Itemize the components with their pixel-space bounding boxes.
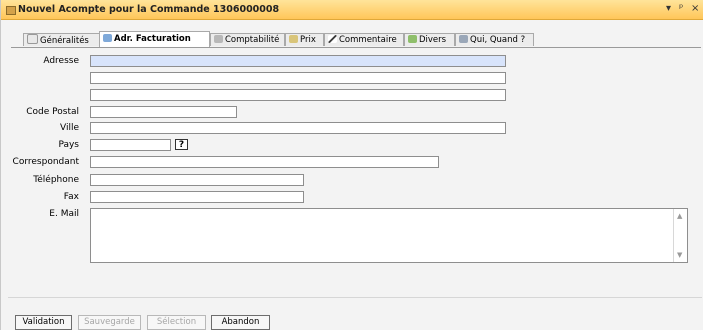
- price-icon: [289, 35, 298, 43]
- telephone-field[interactable]: [90, 174, 304, 186]
- adresse-line-1-field[interactable]: [90, 55, 506, 67]
- document-icon: [27, 34, 38, 44]
- tab-divers[interactable]: Divers: [404, 33, 455, 46]
- abandon-button[interactable]: Abandon: [211, 315, 270, 330]
- email-label: E. Mail: [49, 209, 79, 219]
- tab-comptabilite[interactable]: Comptabilité: [210, 33, 285, 46]
- dropdown-icon[interactable]: ▾: [666, 3, 671, 14]
- correspondant-field[interactable]: [90, 156, 439, 168]
- address-icon: [103, 34, 112, 42]
- document-icon: [6, 6, 16, 15]
- ville-label: Ville: [60, 123, 79, 133]
- pen-icon: [328, 35, 337, 43]
- tab-qui-quand[interactable]: Qui, Quand ?: [455, 33, 534, 46]
- ville-field[interactable]: [90, 122, 506, 134]
- sauvegarde-button[interactable]: Sauvegarde: [78, 315, 141, 330]
- email-scrollbar[interactable]: ▲ ▼: [673, 209, 687, 262]
- tab-prix[interactable]: Prix: [285, 33, 324, 46]
- ledger-icon: [214, 35, 223, 43]
- scroll-down-icon[interactable]: ▼: [677, 251, 682, 259]
- close-icon[interactable]: ×: [691, 3, 699, 14]
- pays-label: Pays: [58, 140, 79, 150]
- who-when-icon: [459, 35, 468, 43]
- telephone-label: Téléphone: [33, 175, 79, 185]
- adresse-line-2-field[interactable]: [90, 72, 506, 84]
- scroll-up-icon[interactable]: ▲: [677, 212, 682, 220]
- acompte-window: Nouvel Acompte pour la Commande 13060000…: [0, 0, 703, 330]
- code-postal-label: Code Postal: [26, 107, 79, 117]
- pays-help-button[interactable]: ?: [175, 139, 188, 150]
- tab-adr-facturation[interactable]: Adr. Facturation: [99, 31, 210, 47]
- correspondant-label: Correspondant: [12, 157, 79, 167]
- window-title: Nouvel Acompte pour la Commande 13060000…: [18, 4, 280, 15]
- bottom-divider: [8, 297, 702, 298]
- adresse-label: Adresse: [43, 56, 79, 66]
- pays-field[interactable]: [90, 139, 171, 151]
- adresse-line-3-field[interactable]: [90, 89, 506, 101]
- validation-button[interactable]: Validation: [15, 315, 72, 330]
- tab-commentaire[interactable]: Commentaire: [324, 33, 404, 46]
- pin-icon[interactable]: ᵖ: [679, 3, 683, 14]
- selection-button[interactable]: Sélection: [147, 315, 206, 330]
- tab-generalites[interactable]: Généralités: [23, 33, 101, 46]
- fax-field[interactable]: [90, 191, 304, 203]
- misc-icon: [408, 35, 417, 43]
- tab-strip: Généralités Adr. Facturation Comptabilit…: [11, 31, 701, 48]
- email-textarea[interactable]: ▲ ▼: [90, 208, 688, 263]
- code-postal-field[interactable]: [90, 106, 237, 118]
- fax-label: Fax: [63, 192, 79, 202]
- window-titlebar[interactable]: Nouvel Acompte pour la Commande 13060000…: [1, 0, 703, 20]
